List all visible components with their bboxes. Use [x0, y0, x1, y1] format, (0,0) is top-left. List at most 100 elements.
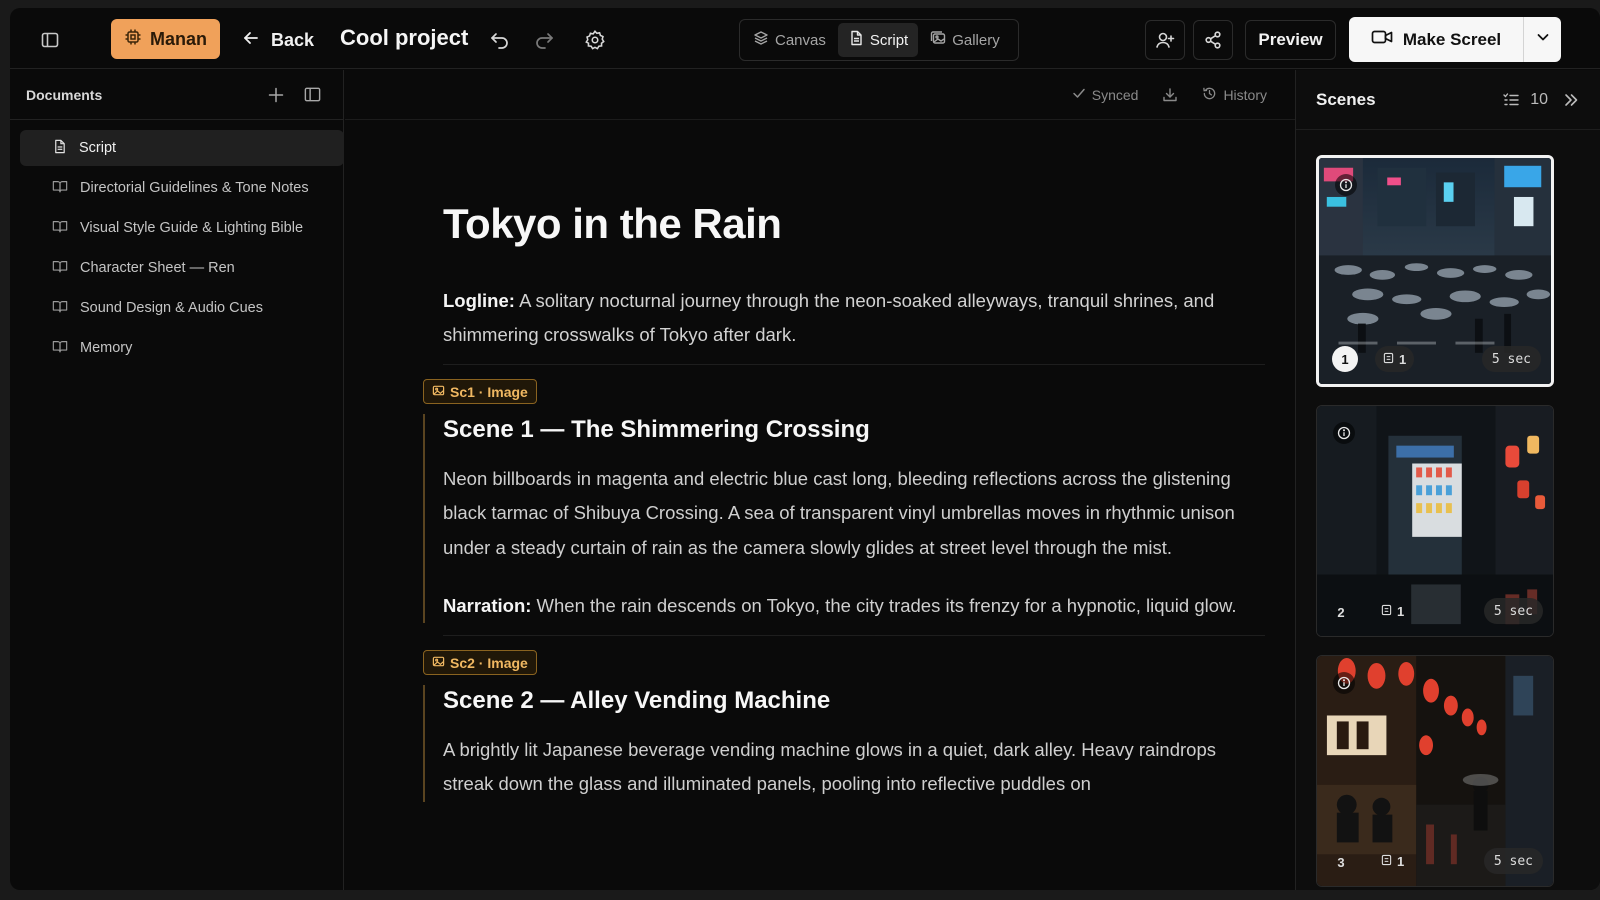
- scene-duration: 5 sec: [1481, 346, 1541, 372]
- sync-status: Synced: [1072, 86, 1139, 103]
- scene-card[interactable]: 1 1 5 sec: [1316, 155, 1554, 387]
- history-label: History: [1223, 86, 1267, 103]
- logline: Logline: A solitary nocturnal journey th…: [443, 284, 1265, 352]
- narration-label: Narration:: [443, 594, 532, 616]
- scene-tag-label: Sc1 · Image: [450, 383, 528, 400]
- file-icon: [848, 30, 864, 50]
- scene-block: Scene 2 — Alley Vending Machine A bright…: [423, 685, 1265, 802]
- undo-icon[interactable]: [488, 28, 512, 52]
- scenes-panel: Scenes 10 1 1 5 sec 2 1 5 sec 3 1 5 sec: [1295, 70, 1600, 890]
- documents-sidebar: Documents Script Directorial Guidelines …: [10, 70, 344, 890]
- image-icon: [432, 384, 445, 400]
- scene-duration: 5 sec: [1483, 598, 1543, 624]
- plus-icon[interactable]: [265, 84, 287, 106]
- document-title: Tokyo in the Rain: [443, 200, 782, 247]
- layers-icon: [753, 30, 769, 50]
- file-icon: [52, 139, 67, 158]
- arrow-left-icon: [241, 28, 261, 53]
- tab-script[interactable]: Script: [837, 23, 919, 57]
- file-icon: [1383, 352, 1394, 367]
- scene-heading: Scene 2 — Alley Vending Machine: [443, 687, 831, 715]
- make-screel-dropdown[interactable]: [1523, 17, 1561, 62]
- sidebar-item-character-sheet[interactable]: Character Sheet — Ren: [20, 250, 344, 286]
- shot-count-value: 1: [1397, 853, 1405, 869]
- scene-heading: Scene 1 — The Shimmering Crossing: [443, 416, 870, 443]
- sidebar-item-label: Character Sheet — Ren: [80, 260, 235, 276]
- download-icon[interactable]: [1162, 87, 1178, 103]
- gear-icon[interactable]: [583, 28, 607, 52]
- sidebar-item-label: Script: [79, 140, 117, 156]
- sidebar-item-sound-design[interactable]: Sound Design & Audio Cues: [20, 290, 344, 326]
- document-body[interactable]: Tokyo in the Rain Logline: A solitary no…: [423, 200, 1265, 802]
- tab-canvas-label: Canvas: [775, 31, 826, 49]
- scene-card[interactable]: 2 1 5 sec: [1316, 405, 1554, 637]
- logline-label: Logline:: [443, 290, 515, 311]
- info-icon[interactable]: [1333, 422, 1355, 444]
- sidebar-item-label: Memory: [80, 340, 133, 356]
- redo-icon[interactable]: [532, 28, 556, 52]
- sidebar-item-label: Visual Style Guide & Lighting Bible: [80, 220, 304, 236]
- scene-tag[interactable]: Sc1 · Image: [423, 379, 537, 404]
- scene-number: 3: [1337, 854, 1345, 870]
- shot-count: 1: [1373, 848, 1412, 874]
- sidebar-toggle-icon[interactable]: [38, 28, 62, 52]
- divider: [443, 635, 1265, 637]
- add-user-icon[interactable]: [1145, 20, 1185, 60]
- sidebar-item-script[interactable]: Script: [20, 130, 344, 166]
- project-title[interactable]: Cool project: [340, 25, 468, 51]
- scene-number: 2: [1337, 604, 1345, 620]
- shot-count-value: 1: [1399, 351, 1407, 367]
- make-screel-main[interactable]: Make Screel: [1349, 17, 1523, 62]
- scene-description: A brightly lit Japanese beverage vending…: [443, 739, 1216, 795]
- back-label: Back: [271, 29, 315, 50]
- scene-number: 1: [1332, 346, 1358, 372]
- shot-count: 1: [1375, 346, 1415, 372]
- editor-toolbar: Synced History: [345, 70, 1295, 120]
- workspace-label: Manan: [149, 28, 207, 49]
- documents-title: Documents: [26, 86, 103, 103]
- book-icon: [52, 299, 68, 318]
- preview-button[interactable]: Preview: [1245, 20, 1336, 60]
- history-button[interactable]: History: [1202, 86, 1267, 104]
- narration-text: When the rain descends on Tokyo, the cit…: [536, 594, 1237, 616]
- sidebar-item-label: Sound Design & Audio Cues: [80, 300, 263, 316]
- book-icon: [52, 259, 68, 278]
- scene-card[interactable]: 3 1 5 sec: [1316, 655, 1554, 887]
- scene-duration: 5 sec: [1483, 848, 1543, 874]
- share-icon[interactable]: [1193, 20, 1233, 60]
- sidebar-item-visual-style-guide[interactable]: Visual Style Guide & Lighting Bible: [20, 210, 344, 246]
- make-screel-label: Make Screel: [1402, 29, 1502, 49]
- scene-description: Neon billboards in magenta and electric …: [443, 468, 1235, 558]
- history-icon: [1202, 86, 1217, 104]
- panel-toggle-icon[interactable]: [301, 84, 323, 106]
- logline-text: A solitary nocturnal journey through the…: [443, 290, 1215, 345]
- scenes-header: Scenes 10: [1296, 70, 1600, 130]
- book-icon: [52, 219, 68, 238]
- back-button[interactable]: Back: [241, 26, 314, 54]
- tab-gallery[interactable]: Gallery: [920, 23, 1010, 57]
- chip-icon: [124, 28, 142, 51]
- sidebar-item-label: Directorial Guidelines & Tone Notes: [80, 180, 309, 196]
- file-icon: [1381, 604, 1392, 619]
- chevron-down-icon: [1535, 29, 1551, 50]
- app-window: Manan Back Cool project Canvas Script Ga…: [10, 8, 1600, 890]
- info-icon[interactable]: [1333, 672, 1355, 694]
- scene-block: Scene 1 — The Shimmering Crossing Neon b…: [423, 414, 1265, 624]
- sidebar-item-memory[interactable]: Memory: [20, 330, 344, 366]
- book-icon: [52, 179, 68, 198]
- workspace-button[interactable]: Manan: [111, 19, 220, 59]
- scenes-title: Scenes: [1316, 89, 1376, 109]
- list-icon[interactable]: [1502, 91, 1520, 109]
- sync-label: Synced: [1091, 86, 1139, 103]
- tab-canvas[interactable]: Canvas: [743, 23, 836, 57]
- sidebar-item-directorial-guidelines[interactable]: Directorial Guidelines & Tone Notes: [20, 170, 344, 206]
- image-icon: [432, 655, 445, 671]
- shot-count: 1: [1373, 598, 1412, 624]
- info-icon[interactable]: [1335, 174, 1357, 196]
- tab-gallery-label: Gallery: [952, 31, 1000, 49]
- shot-count-value: 1: [1397, 603, 1405, 619]
- scene-tag[interactable]: Sc2 · Image: [423, 650, 537, 676]
- documents-list: Script Directorial Guidelines & Tone Not…: [10, 120, 344, 366]
- book-icon: [52, 339, 68, 358]
- chevrons-right-icon[interactable]: [1562, 91, 1580, 109]
